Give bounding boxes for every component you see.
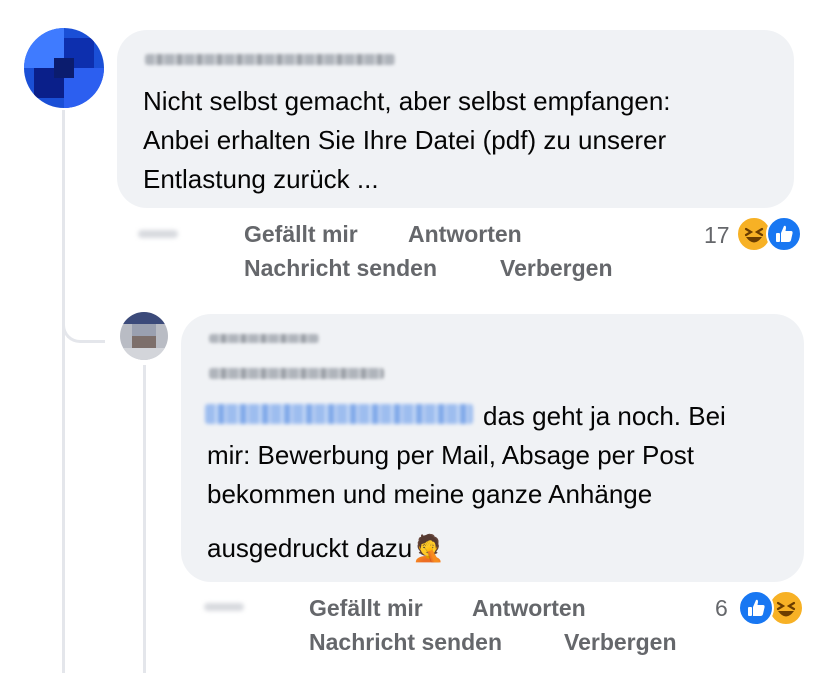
avatar-pixel: [120, 348, 168, 360]
avatar-pixel: [132, 324, 156, 336]
author-badge-blurred: [209, 334, 319, 343]
author-name-blurred[interactable]: [209, 368, 384, 379]
comment-bubble: Nicht selbst gemacht, aber selbst empfan…: [117, 30, 794, 208]
author-name-blurred[interactable]: [145, 54, 395, 65]
comment-text-line: mir: Bewerbung per Mail, Absage per Post: [207, 440, 695, 470]
avatar[interactable]: [24, 28, 104, 108]
send-message-button[interactable]: Nachricht senden: [244, 255, 437, 282]
comment-text-line: Entlastung zurück ...: [143, 164, 379, 194]
like-button[interactable]: Gefällt mir: [309, 595, 423, 622]
comment-text-line: das geht ja noch. Bei: [483, 401, 726, 431]
mention-tag-blurred[interactable]: [205, 404, 473, 424]
comment-text-line: Nicht selbst gemacht, aber selbst empfan…: [143, 86, 671, 116]
hide-button[interactable]: Verbergen: [564, 629, 677, 656]
hide-button[interactable]: Verbergen: [500, 255, 613, 282]
comment-text-line: bekommen und meine ganze Anhänge: [207, 479, 653, 509]
like-reaction-icon[interactable]: [738, 590, 774, 626]
reply-button[interactable]: Antworten: [472, 595, 586, 622]
comment-text-span: ausgedruckt dazu: [207, 533, 413, 563]
avatar-pixel: [54, 58, 74, 78]
avatar-pixel: [132, 336, 156, 348]
facepalm-emoji: 🤦: [412, 534, 445, 564]
avatar[interactable]: [120, 312, 168, 360]
comment-text-line: ausgedruckt dazu🤦: [207, 529, 445, 569]
avatar-pixel: [120, 312, 168, 324]
send-message-button[interactable]: Nachricht senden: [309, 629, 502, 656]
reaction-count[interactable]: 17: [704, 222, 730, 249]
thread-line-reply: [143, 365, 146, 673]
reply-bubble: das geht ja noch. Bei mir: Bewerbung per…: [181, 314, 804, 582]
thread-line-branch: [62, 310, 105, 343]
reaction-count[interactable]: 6: [715, 595, 728, 622]
comment-text-line: Anbei erhalten Sie Ihre Datei (pdf) zu u…: [143, 125, 667, 155]
like-reaction-icon[interactable]: [766, 216, 802, 252]
like-button[interactable]: Gefällt mir: [244, 221, 358, 248]
thread-line-main: [62, 110, 65, 673]
timestamp-blurred[interactable]: [138, 230, 178, 238]
timestamp-blurred[interactable]: [204, 603, 244, 611]
reply-button[interactable]: Antworten: [408, 221, 522, 248]
